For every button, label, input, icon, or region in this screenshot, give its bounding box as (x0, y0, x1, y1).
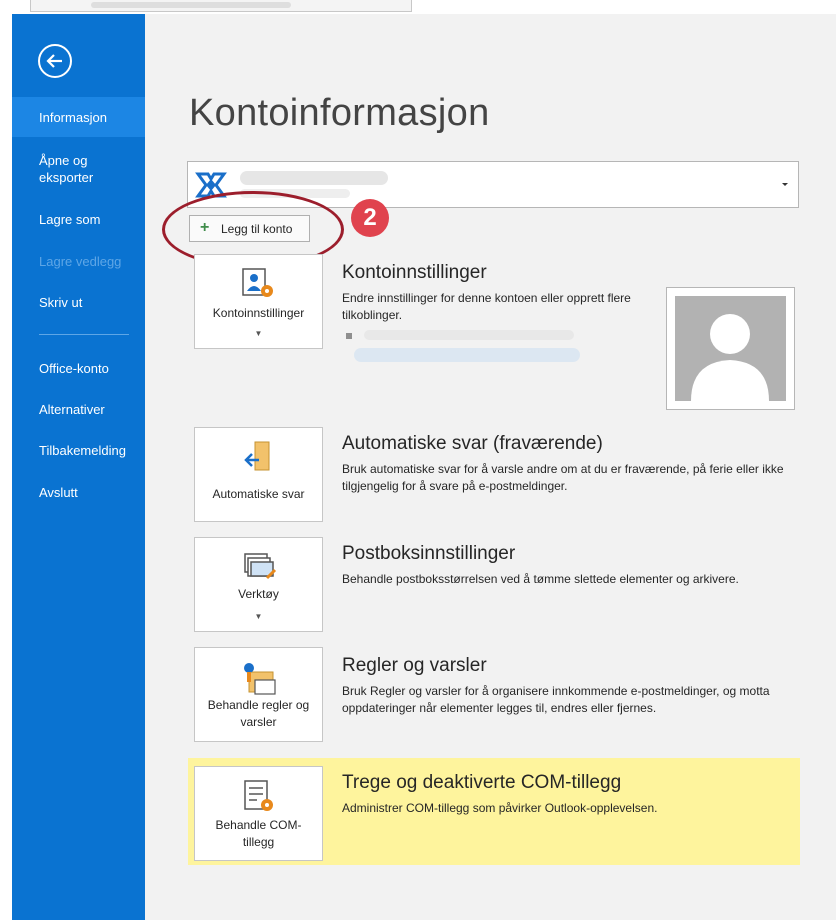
nav-office-konto[interactable]: Office-konto (12, 360, 145, 377)
blurred-title (91, 2, 291, 8)
account-settings-tile[interactable]: Kontoinnstillinger ▼ (194, 254, 323, 349)
section-desc-account-settings: Endre innstillinger for denne kontoen el… (342, 291, 631, 322)
section-title-automatic-replies: Automatiske svar (fraværende) (342, 433, 603, 454)
profile-photo-placeholder (675, 296, 786, 401)
chevron-down-icon (782, 183, 788, 186)
account-settings-icon (242, 268, 273, 297)
section-desc-com-addins: Administrer COM-tillegg som påvirker Out… (342, 801, 658, 815)
chevron-down-icon: ▼ (254, 329, 263, 338)
nav-divider (39, 334, 129, 335)
nav-avslutt[interactable]: Avslutt (12, 484, 145, 501)
profile-photo[interactable] (666, 287, 795, 410)
back-arrow-icon (46, 54, 62, 68)
tools-icon (244, 553, 277, 580)
com-addins-tile[interactable]: Behandle COM-tillegg (194, 766, 323, 861)
blurred-account-name (240, 171, 388, 185)
account-settings-label: Kontoinnstillinger (212, 306, 305, 320)
section-title-mailbox-settings: Postboksinnstillinger (342, 543, 516, 564)
section-desc-mailbox-settings: Behandle postboksstørrelsen ved å tømme … (342, 572, 739, 586)
chevron-down-icon: ▼ (254, 612, 263, 621)
nav-apne-og-eksporter[interactable]: Åpne og eksporter (12, 152, 145, 186)
nav-informasjon[interactable]: Informasjon (12, 97, 145, 137)
automatic-replies-label: Automatiske svar (212, 487, 305, 501)
section-desc-rules: Bruk Regler og varsler for å organisere … (342, 684, 770, 715)
automatic-replies-icon (244, 441, 270, 471)
automatic-replies-tile[interactable]: Automatiske svar (194, 427, 323, 522)
page-title: Kontoinformasjon (189, 92, 490, 134)
nav-skriv-ut[interactable]: Skriv ut (12, 294, 145, 311)
window-top-strip (0, 0, 836, 14)
profile-silhouette-icon (691, 314, 769, 401)
blurred-link-text (364, 330, 574, 340)
callout-badge: 2 (351, 199, 389, 237)
com-addins-icon (244, 780, 273, 811)
nav-alternativer[interactable]: Alternativer (12, 401, 145, 418)
nav-tilbakemelding[interactable]: Tilbakemelding (12, 442, 145, 459)
bullet-icon (346, 333, 352, 339)
com-addins-label: Behandle COM-tillegg (215, 818, 302, 849)
rules-icon (244, 663, 276, 695)
section-desc-automatic-replies: Bruk automatiske svar for å varsle andre… (342, 462, 784, 493)
blurred-link-url (354, 348, 580, 362)
tools-label: Verktøy (238, 587, 279, 601)
rules-label: Behandle regler og varsler (207, 698, 310, 729)
section-title-account-settings: Kontoinnstillinger (342, 262, 487, 283)
tools-tile[interactable]: Verktøy ▼ (194, 537, 323, 632)
rules-tile[interactable]: Behandle regler og varsler (194, 647, 323, 742)
section-title-rules: Regler og varsler (342, 655, 487, 676)
window-frame (30, 0, 412, 12)
nav-lagre-vedlegg: Lagre vedlegg (39, 254, 122, 269)
section-title-com-addins: Trege og deaktiverte COM-tillegg (342, 772, 622, 793)
nav-lagre-som[interactable]: Lagre som (12, 211, 145, 228)
back-button[interactable] (38, 44, 72, 78)
backstage-sidebar: Informasjon Åpne og eksporter Lagre som … (12, 14, 145, 920)
